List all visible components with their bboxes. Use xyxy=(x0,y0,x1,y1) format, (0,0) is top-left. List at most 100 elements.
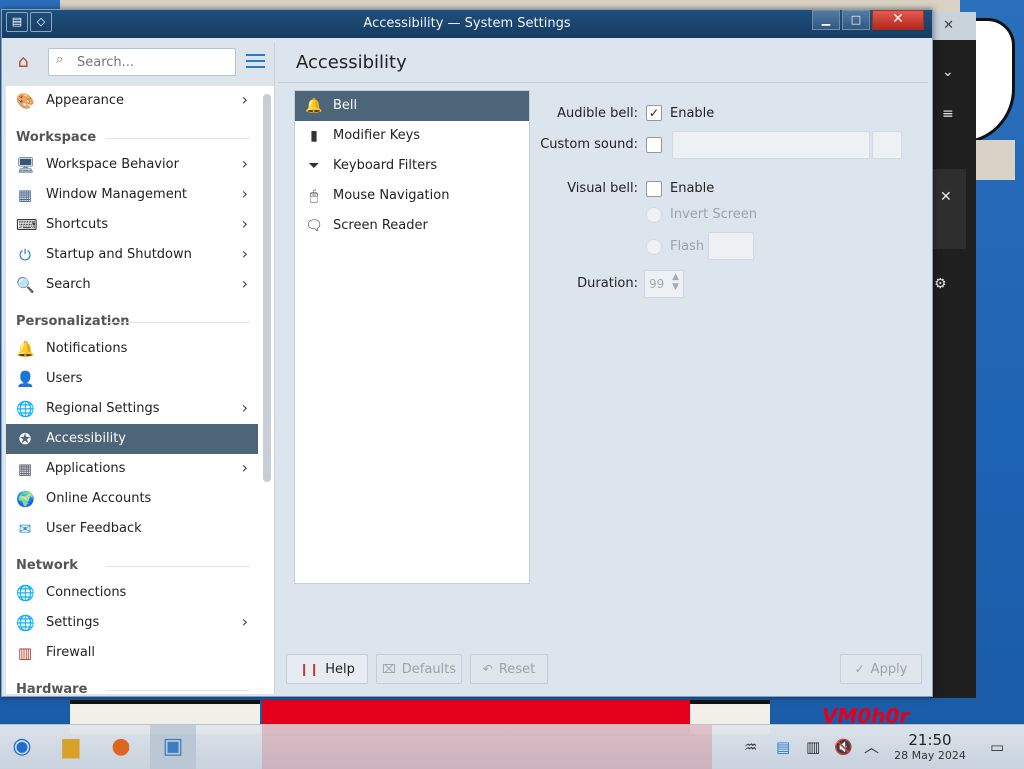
taskbar: ◉ ▆ ● ▣ ♒ ▤ ▥ 🔇 ︿ 21:50 28 May 2024 ▭ xyxy=(0,724,1024,769)
bell-settings-form: Audible bell: ✓ Enable Custom sound: Vis… xyxy=(528,90,928,350)
list-item-modifier-keys[interactable]: ▮ Modifier Keys xyxy=(295,121,529,151)
audible-bell-checkbox[interactable]: ✓ xyxy=(646,105,662,121)
flash-color-button[interactable] xyxy=(708,232,754,260)
visual-bell-checkbox[interactable] xyxy=(646,181,662,197)
help-icon: ❙❙ xyxy=(299,662,320,676)
sidebar-item-notifications[interactable]: 🔔 Notifications xyxy=(6,334,258,364)
maximize-button[interactable]: □ xyxy=(842,10,870,30)
reset-icon: ↶ xyxy=(482,662,493,676)
close-icon[interactable]: ✕ xyxy=(943,18,954,33)
chevron-up-icon[interactable]: ︿ xyxy=(864,725,879,769)
sidebar-item-appearance[interactable]: 🎨 Appearance › xyxy=(6,86,258,116)
background-window-titlebar[interactable]: ✕ xyxy=(930,12,976,40)
sidebar-item-shortcuts[interactable]: ⌨ Shortcuts › xyxy=(6,210,258,240)
clock-date: 28 May 2024 xyxy=(894,749,966,762)
minimize-button[interactable]: ▁ xyxy=(812,10,840,30)
sidebar-section-header: Network xyxy=(6,544,258,578)
menu-icon[interactable]: ≡ xyxy=(942,106,954,122)
sidebar-item-label: Regional Settings xyxy=(46,401,160,416)
divider xyxy=(106,322,250,323)
gear-icon[interactable]: ⚙ xyxy=(934,276,947,292)
spin-arrows-icon[interactable]: ▲ ▼ xyxy=(672,272,679,292)
sidebar-item-online-accounts[interactable]: 🌍 Online Accounts xyxy=(6,484,258,514)
list-item-screen-reader[interactable]: 🗨 Screen Reader xyxy=(295,211,529,241)
sidebar-item-settings[interactable]: 🌐 Settings › xyxy=(6,608,258,638)
sidebar-item-startup-and-shutdown[interactable]: ⏻ Startup and Shutdown › xyxy=(6,240,258,270)
list-item-bell[interactable]: 🔔 Bell xyxy=(295,91,529,121)
defaults-button[interactable]: ⌧ Defaults xyxy=(376,654,462,684)
file-manager-icon[interactable]: ▆ xyxy=(48,725,94,769)
sidebar-item-label: User Feedback xyxy=(46,521,142,536)
taskbar-wallpaper-showthrough xyxy=(262,725,712,769)
custom-sound-checkbox[interactable] xyxy=(646,137,662,153)
invert-screen-radio[interactable] xyxy=(646,207,662,223)
close-button[interactable]: ✕ xyxy=(872,10,924,30)
sidebar-item-users[interactable]: 👤 Users xyxy=(6,364,258,394)
list-item-label: Modifier Keys xyxy=(333,128,421,143)
sidebar-item-search[interactable]: 🔍 Search › xyxy=(6,270,258,300)
sidebar-item-label: Firewall xyxy=(46,645,96,660)
divider xyxy=(106,138,250,139)
audible-bell-label: Audible bell: xyxy=(557,106,638,121)
firefox-icon[interactable]: ● xyxy=(98,725,144,769)
sidebar-scrollbar[interactable] xyxy=(263,94,271,482)
list-item-keyboard-filters[interactable]: ⏷ Keyboard Filters xyxy=(295,151,529,181)
chevron-right-icon: › xyxy=(241,274,248,293)
sidebar-item-label: Accessibility xyxy=(46,431,126,446)
volume-muted-icon[interactable]: 🔇 xyxy=(834,725,853,769)
browse-sound-button[interactable] xyxy=(872,131,902,159)
divider xyxy=(106,690,250,691)
storage-icon[interactable]: ▥ xyxy=(806,725,820,769)
background-window[interactable]: ✕ ⌄ ≡ ✕ ⚙ xyxy=(930,12,976,698)
sidebar-item-firewall[interactable]: ▥ Firewall xyxy=(6,638,258,668)
accessibility-category-list: 🔔 Bell ▮ Modifier Keys ⏷ Keyboard Filters 🖱 Mou… xyxy=(294,90,530,584)
sidebar-section-header: Workspace xyxy=(6,116,258,150)
sidebar-item-label: Users xyxy=(46,371,83,386)
close-icon[interactable]: ✕ xyxy=(940,189,952,205)
apply-button[interactable]: ✓ Apply xyxy=(840,654,922,684)
show-desktop-icon[interactable]: ▭ xyxy=(990,725,1004,769)
search-field[interactable]: ⌕ xyxy=(48,48,236,76)
visual-enable-label[interactable]: Enable xyxy=(670,181,714,196)
keyboard-filters-icon: ⏷ xyxy=(308,158,320,174)
system-settings-task-icon[interactable]: ▣ xyxy=(150,725,196,769)
home-icon[interactable]: ⌂ xyxy=(18,52,29,72)
keyboard-icon: ⌨ xyxy=(16,216,38,234)
window-management-icon: ▦ xyxy=(17,186,33,204)
dialog-buttons: ❙❙ Help ⌧ Defaults ↶ Reset ✓ Apply xyxy=(278,654,928,686)
network-activity-icon[interactable]: ♒ xyxy=(744,725,757,769)
custom-sound-label: Custom sound: xyxy=(540,137,638,152)
reset-button[interactable]: ↶ Reset xyxy=(470,654,548,684)
apply-icon: ✓ xyxy=(854,662,865,676)
flash-radio[interactable] xyxy=(646,239,662,255)
section-label: Workspace xyxy=(16,130,97,145)
hamburger-menu-icon[interactable] xyxy=(246,54,265,70)
sidebar-item-label: Settings xyxy=(46,615,100,630)
search-input[interactable] xyxy=(75,52,229,72)
start-menu-icon[interactable]: ◉ xyxy=(0,725,44,769)
list-item-mouse-navigation[interactable]: 🖱 Mouse Navigation xyxy=(295,181,529,211)
sidebar-item-accessibility[interactable]: ✪ Accessibility xyxy=(6,424,258,454)
chevron-right-icon: › xyxy=(241,154,248,173)
sidebar-item-workspace-behavior[interactable]: 🖥 Workspace Behavior › xyxy=(6,150,258,180)
sidebar-item-window-management[interactable]: ▦ Window Management › xyxy=(6,180,258,210)
duration-label: Duration: xyxy=(577,276,638,291)
invert-screen-label[interactable]: Invert Screen xyxy=(670,207,757,222)
window-titlebar[interactable]: ▤ ◇ Accessibility — System Settings ▁ □ … xyxy=(2,10,932,38)
clipboard-icon[interactable]: ▤ xyxy=(776,725,790,769)
help-button[interactable]: ❙❙ Help xyxy=(286,654,368,684)
flash-label[interactable]: Flash xyxy=(670,239,704,254)
sidebar-item-user-feedback[interactable]: ✉ User Feedback xyxy=(6,514,258,544)
duration-spinbox[interactable]: 99 ▲ ▼ xyxy=(644,270,684,298)
custom-sound-path-field[interactable] xyxy=(672,131,870,159)
sidebar-item-applications[interactable]: ▦ Applications › xyxy=(6,454,258,484)
sidebar-item-label: Window Management xyxy=(46,187,188,202)
modifier-keys-icon: ▮ xyxy=(310,128,318,144)
sidebar-item-connections[interactable]: 🌐 Connections xyxy=(6,578,258,608)
clock[interactable]: 21:50 28 May 2024 xyxy=(888,731,972,762)
chevron-down-icon[interactable]: ⌄ xyxy=(942,64,954,80)
audible-enable-label[interactable]: Enable xyxy=(670,106,714,121)
chevron-right-icon: › xyxy=(241,214,248,233)
sidebar-item-regional-settings[interactable]: 🌐 Regional Settings › xyxy=(6,394,258,424)
list-item-label: Bell xyxy=(333,98,358,113)
